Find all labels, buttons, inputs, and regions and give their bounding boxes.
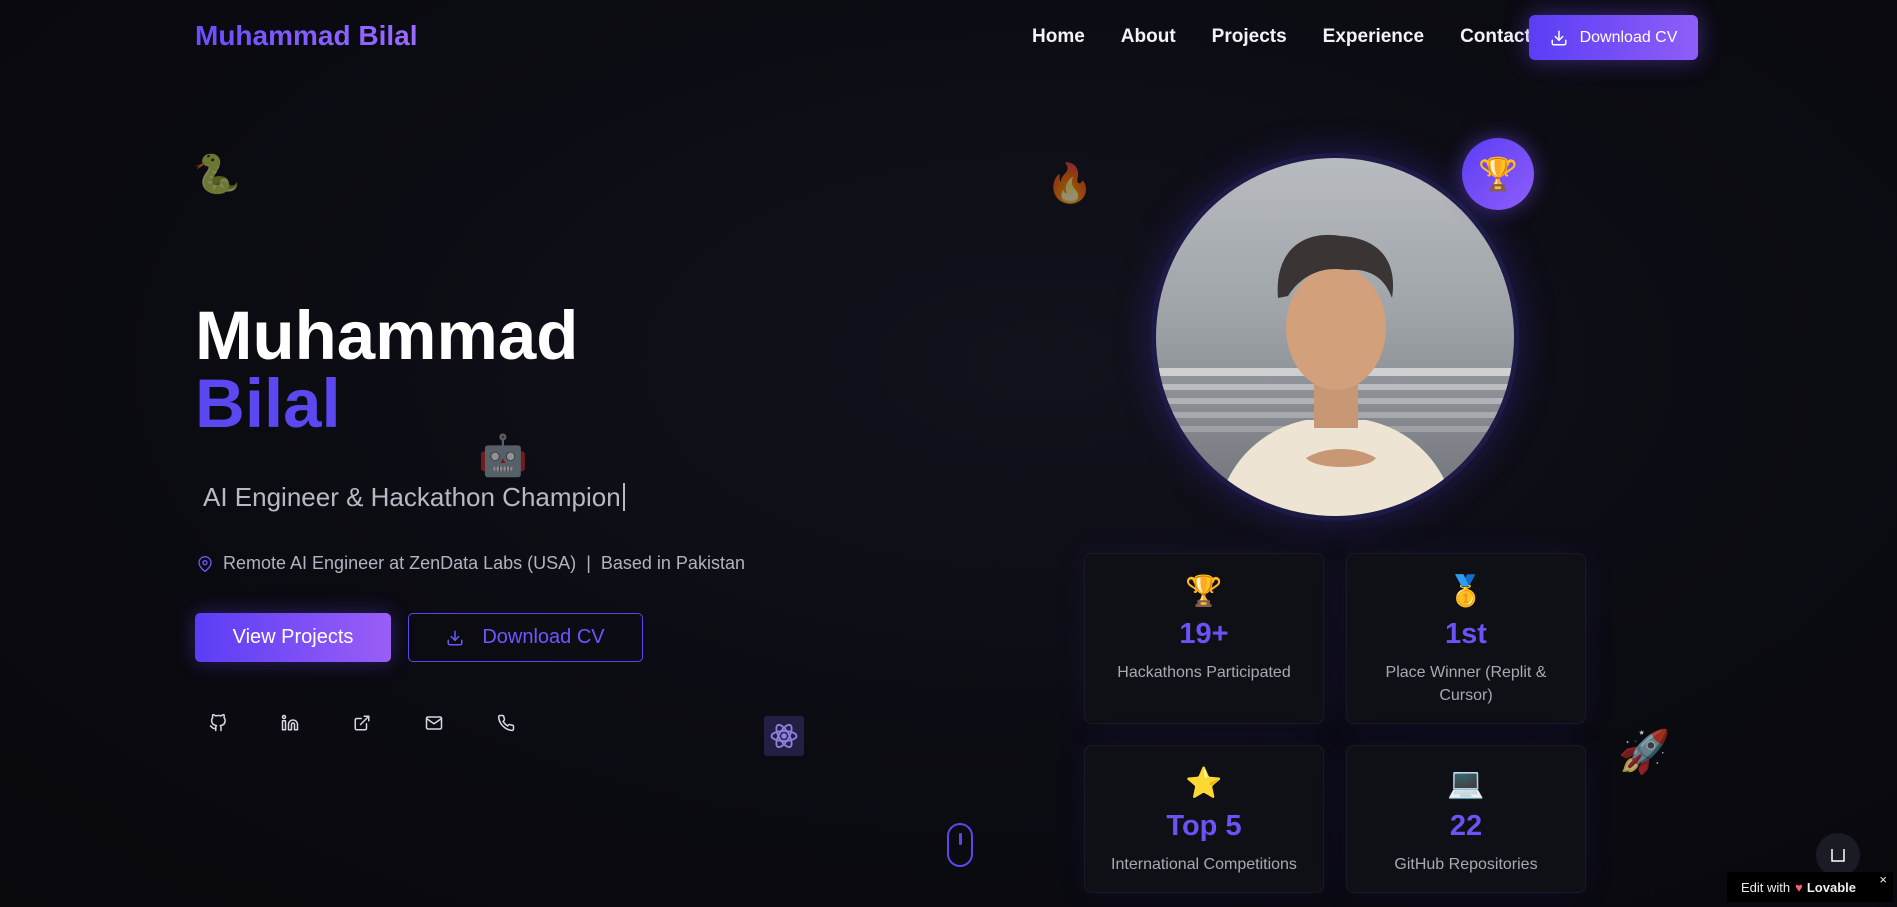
hero-title: Muhammad Bilal	[195, 297, 579, 442]
download-cv-button[interactable]: Download CV	[408, 613, 643, 662]
nav-home[interactable]: Home	[1032, 26, 1085, 48]
fire-icon: 🔥	[1046, 163, 1094, 205]
chat-button[interactable]	[1816, 833, 1860, 877]
rocket-icon: 🚀	[1618, 728, 1671, 775]
mail-icon[interactable]	[421, 710, 447, 736]
trophy-icon: 🏆	[1185, 575, 1223, 608]
stat-card-repos: 💻 22 GitHub Repositories	[1346, 745, 1586, 893]
download-icon	[447, 630, 463, 645]
nav-experience[interactable]: Experience	[1323, 26, 1424, 48]
typing-cursor	[622, 483, 625, 511]
robot-icon: 🤖	[478, 434, 528, 478]
stat-value: 22	[1449, 810, 1483, 842]
medal-icon: 🥇	[1447, 575, 1485, 608]
star-icon: ⭐	[1185, 767, 1223, 800]
stat-card-hackathons: 🏆 19+ Hackathons Participated	[1084, 553, 1324, 724]
location-role: Remote AI Engineer at ZenData Labs (USA)	[223, 553, 577, 573]
brand-logo[interactable]: Muhammad Bilal	[195, 20, 417, 52]
atom-icon	[764, 716, 804, 756]
location-line: Remote AI Engineer at ZenData Labs (USA)…	[197, 553, 745, 574]
stat-card-winner: 🥇 1st Place Winner (Replit & Cursor)	[1346, 553, 1586, 724]
location-separator: |	[586, 553, 591, 573]
stat-label: Place Winner (Replit & Cursor)	[1385, 664, 1547, 704]
view-projects-button[interactable]: View Projects	[195, 613, 391, 662]
download-icon	[1551, 30, 1567, 45]
trophy-icon: 🏆	[1478, 156, 1518, 192]
hero-last-name: Bilal	[195, 365, 341, 442]
nav-contact[interactable]: Contact	[1460, 26, 1531, 48]
main-nav: Home About Projects Experience Contact	[1032, 26, 1567, 48]
stat-value: 1st	[1445, 618, 1487, 650]
laptop-icon: 💻	[1447, 767, 1485, 800]
scroll-indicator[interactable]	[947, 823, 973, 867]
hero-first-name: Muhammad	[195, 297, 579, 374]
stat-card-competitions: ⭐ Top 5 International Competitions	[1084, 745, 1324, 893]
trophy-badge: 🏆	[1462, 138, 1534, 210]
stat-label: Hackathons Participated	[1117, 664, 1291, 681]
hero-subtitle-text: AI Engineer & Hackathon Champion	[203, 482, 621, 512]
chat-icon	[1831, 849, 1845, 862]
download-cv-nav-button[interactable]: Download CV	[1529, 15, 1698, 60]
lovable-prefix: Edit with	[1741, 879, 1791, 895]
stat-value: Top 5	[1166, 810, 1242, 842]
snake-icon: 🐍	[193, 154, 241, 196]
close-icon[interactable]: ×	[1879, 872, 1887, 887]
nav-projects[interactable]: Projects	[1212, 26, 1287, 48]
profile-image	[1156, 158, 1514, 516]
hero-subtitle: AI Engineer & Hackathon Champion	[203, 482, 625, 513]
github-icon[interactable]	[205, 710, 231, 736]
location-place: Based in Pakistan	[600, 553, 745, 573]
lovable-brand: Lovable	[1806, 879, 1856, 895]
linkedin-icon[interactable]	[277, 710, 303, 736]
download-cv-label: Download CV	[482, 626, 605, 648]
lovable-heart-icon: ♥	[1795, 879, 1803, 895]
social-links	[205, 710, 565, 736]
stat-label: GitHub Repositories	[1394, 856, 1538, 873]
phone-icon[interactable]	[493, 710, 519, 736]
nav-about[interactable]: About	[1121, 26, 1176, 48]
map-pin-icon	[198, 555, 212, 572]
profile-photo	[1151, 153, 1519, 521]
edit-with-lovable-badge[interactable]: Edit with ♥ Lovable ×	[1727, 872, 1893, 902]
stat-label: International Competitions	[1111, 856, 1297, 873]
stat-value: 19+	[1179, 618, 1229, 650]
download-cv-label: Download CV	[1579, 28, 1678, 46]
external-link-icon[interactable]	[349, 710, 375, 736]
